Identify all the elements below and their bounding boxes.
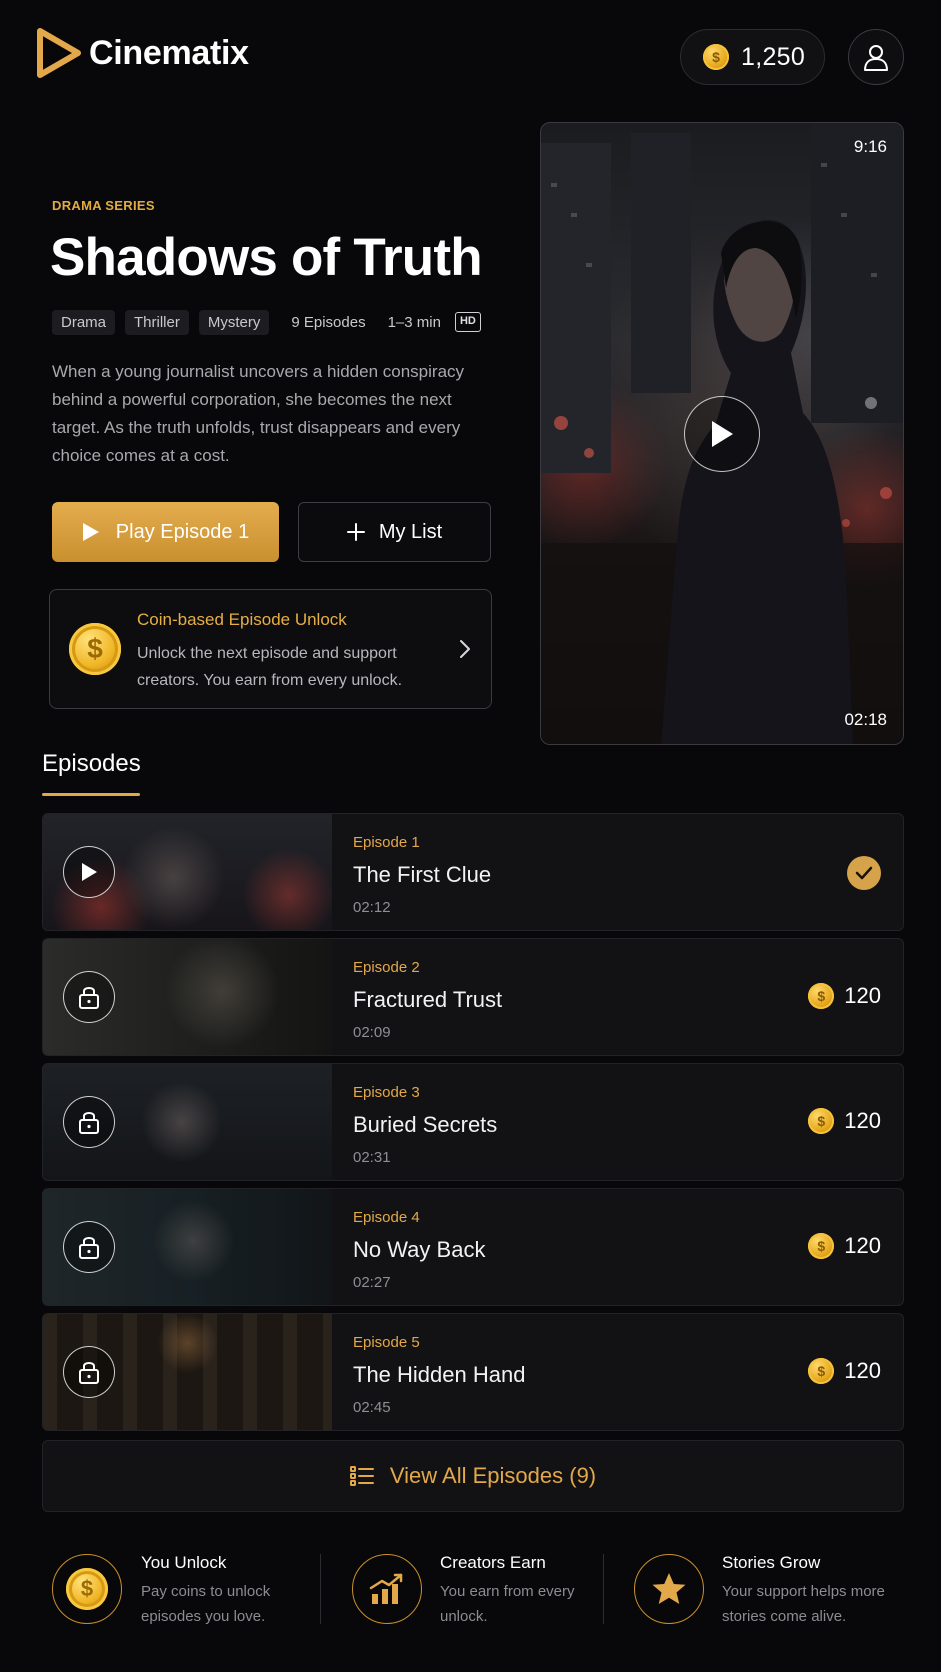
episode-duration: 02:31 — [353, 1149, 391, 1166]
episode-row[interactable]: Episode 1 The First Clue 02:12 — [42, 813, 904, 931]
episode-duration: 02:45 — [353, 1399, 391, 1416]
genre-chip[interactable]: Mystery — [198, 309, 270, 335]
episode-price-value: 120 — [844, 1108, 881, 1133]
feature-title: You Unlock — [141, 1553, 227, 1572]
series-meta: Drama Thriller Mystery 9 Episodes 1–3 mi… — [52, 309, 481, 335]
episode-row[interactable]: Episode 4 No Way Back 02:27 $ 120 — [42, 1188, 904, 1306]
lock-icon — [79, 1112, 99, 1134]
episode-lock-button[interactable] — [63, 1096, 115, 1148]
episode-lock-button[interactable] — [63, 1221, 115, 1273]
plus-icon — [346, 523, 365, 541]
episode-title: The First Clue — [353, 862, 492, 887]
episode-title: No Way Back — [353, 1237, 486, 1262]
genre-chip[interactable]: Thriller — [125, 309, 189, 335]
series-title: Shadows of Truth — [50, 228, 483, 287]
logo-play-icon — [37, 28, 81, 78]
episode-duration: 02:09 — [353, 1024, 391, 1041]
episode-number: Episode 1 — [353, 834, 420, 851]
brand-name: Cinematix — [89, 34, 249, 72]
episodes-tab-indicator — [42, 793, 140, 796]
episode-row[interactable]: Episode 2 Fractured Trust 02:09 $ 120 — [42, 938, 904, 1056]
episode-price-value: 120 — [844, 1233, 881, 1258]
aspect-ratio-label: 9:16 — [853, 137, 887, 156]
feature-you-unlock: $ — [52, 1554, 122, 1624]
episode-price: $ 120 — [808, 983, 881, 1009]
episode-number: Episode 4 — [353, 1209, 420, 1226]
coin-icon: $ — [703, 44, 729, 70]
user-icon — [864, 45, 888, 71]
coin-icon: $ — [808, 1233, 835, 1259]
divider — [603, 1554, 604, 1624]
episode-number: Episode 5 — [353, 1334, 420, 1351]
coin-icon: $ — [808, 983, 835, 1009]
episode-duration: 02:12 — [353, 899, 391, 916]
episode-row[interactable]: Episode 3 Buried Secrets 02:31 $ 120 — [42, 1063, 904, 1181]
coin-icon: $ — [69, 623, 121, 675]
episode-title: Fractured Trust — [353, 987, 503, 1012]
feature-text: Pay coins to unlock episodes you love. — [141, 1583, 271, 1625]
episode-title: Buried Secrets — [353, 1112, 498, 1137]
profile-button[interactable] — [848, 29, 904, 85]
unlock-card-text: Unlock the next episode and support crea… — [137, 645, 403, 689]
feature-text: You earn from every unlock. — [440, 1583, 575, 1625]
hd-badge: HD — [454, 312, 481, 332]
lock-icon — [79, 1237, 99, 1259]
series-category: DRAMA SERIES — [52, 198, 155, 213]
coin-icon: $ — [808, 1108, 835, 1134]
coin-icon: $ — [52, 1554, 122, 1624]
episode-lock-button[interactable] — [63, 1346, 115, 1398]
play-episode-button[interactable]: Play Episode 1 — [52, 502, 279, 562]
episode-lock-button[interactable] — [63, 971, 115, 1023]
episode-count: 9 Episodes — [291, 313, 366, 331]
play-icon — [82, 863, 97, 881]
feature-title: Creators Earn — [440, 1553, 546, 1572]
feature-title: Stories Grow — [722, 1553, 821, 1572]
episode-duration: 1–3 min — [387, 313, 441, 331]
divider — [320, 1554, 321, 1624]
episode-price-value: 120 — [844, 983, 881, 1008]
series-description: When a young journalist uncovers a hidde… — [52, 362, 465, 465]
episode-row[interactable]: Episode 5 The Hidden Hand 02:45 $ 120 — [42, 1313, 904, 1431]
chevron-right-icon — [460, 640, 470, 658]
coin-unlock-card[interactable]: $ Coin-based Episode Unlock Unlock the n… — [49, 589, 492, 709]
video-timestamp: 02:18 — [844, 710, 887, 729]
lock-icon — [79, 987, 99, 1009]
watched-check-icon — [847, 856, 881, 890]
episode-price: $ 120 — [808, 1358, 881, 1384]
coin-balance-value: 1,250 — [741, 42, 806, 71]
genre-chip[interactable]: Drama — [52, 309, 116, 335]
play-episode-label: Play Episode 1 — [115, 520, 250, 543]
star-icon — [634, 1554, 704, 1624]
play-icon — [82, 523, 99, 541]
episode-price-value: 120 — [844, 1358, 881, 1383]
my-list-label: My List — [378, 520, 443, 543]
play-icon — [712, 421, 733, 447]
view-all-episodes-button[interactable]: View All Episodes (9) — [42, 1440, 904, 1512]
episode-number: Episode 2 — [353, 959, 420, 976]
episode-price: $ 120 — [808, 1108, 881, 1134]
feature-creators-earn — [352, 1554, 422, 1624]
episodes-heading: Episodes — [42, 750, 141, 777]
episode-title: The Hidden Hand — [353, 1362, 526, 1387]
list-icon — [349, 1466, 374, 1486]
video-play-button[interactable] — [684, 396, 760, 472]
coin-balance-button[interactable]: $ 1,250 — [680, 29, 825, 85]
episode-number: Episode 3 — [353, 1084, 420, 1101]
unlock-card-title: Coin-based Episode Unlock — [137, 610, 347, 629]
my-list-button[interactable]: My List — [298, 502, 491, 562]
lock-icon — [79, 1362, 99, 1384]
episode-duration: 02:27 — [353, 1274, 391, 1291]
episode-play-button[interactable] — [63, 846, 115, 898]
coin-icon: $ — [808, 1358, 835, 1384]
feature-stories-grow — [634, 1554, 704, 1624]
feature-text: Your support helps more stories come ali… — [722, 1583, 885, 1625]
episode-price: $ 120 — [808, 1233, 881, 1259]
video-preview[interactable]: 9:16 02:18 — [540, 122, 904, 745]
view-all-label: View All Episodes (9) — [389, 1463, 597, 1488]
growth-chart-icon — [352, 1554, 422, 1624]
